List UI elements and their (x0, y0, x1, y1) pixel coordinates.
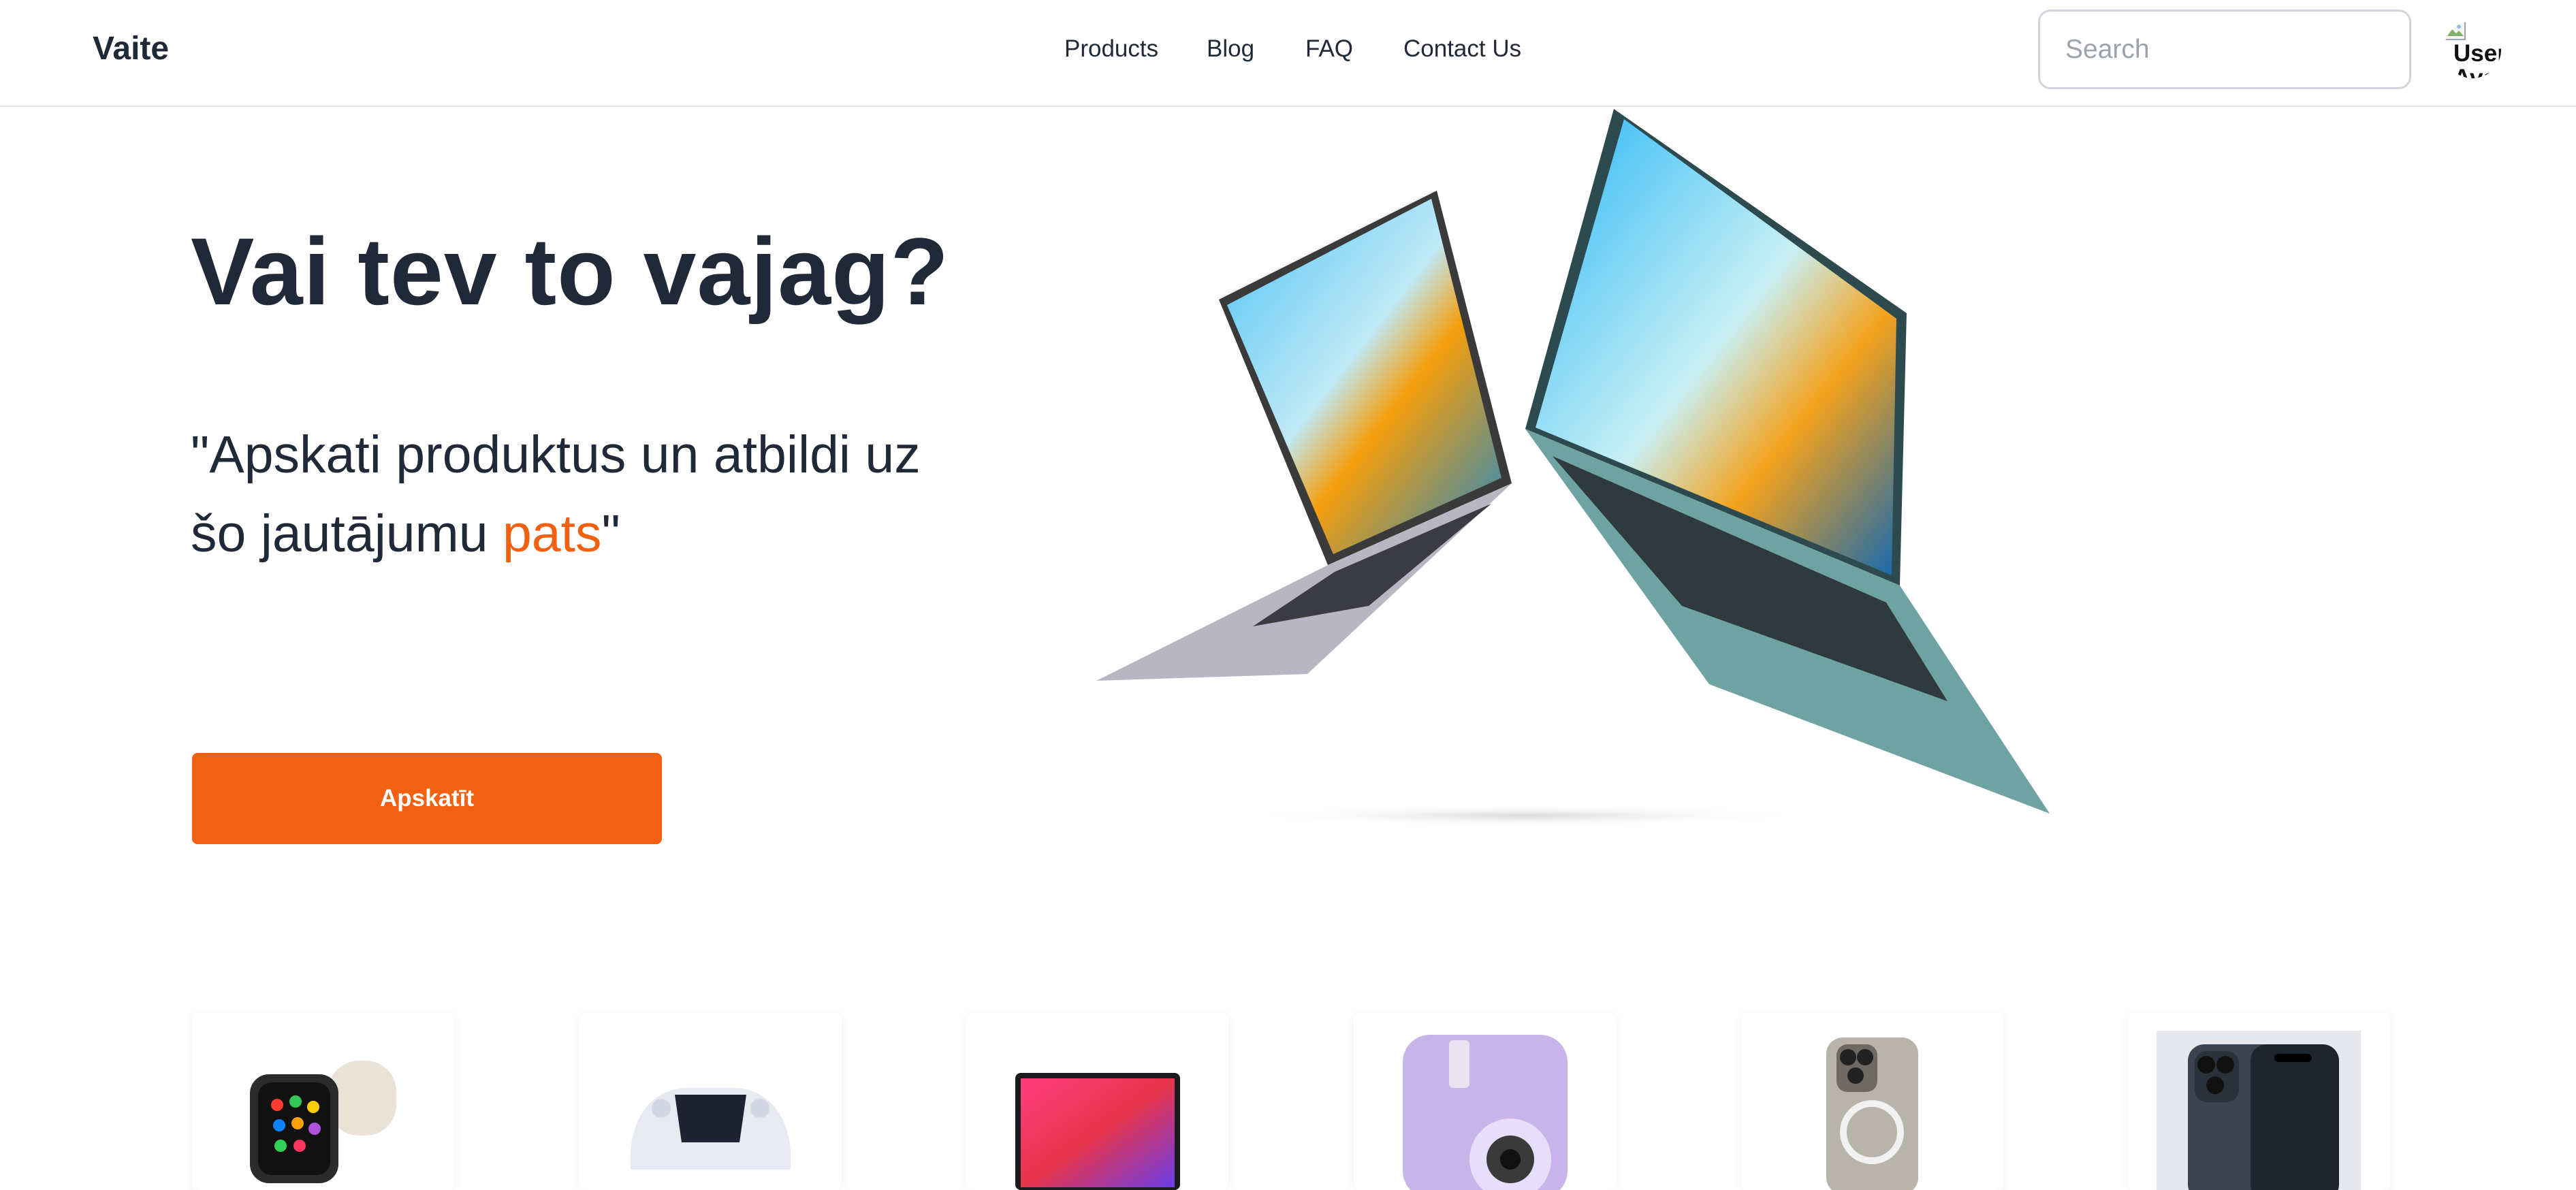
product-card-phone-case[interactable] (1741, 1013, 2003, 1190)
game-controller-image (630, 1088, 791, 1170)
nav-faq[interactable]: FAQ (1305, 35, 1353, 63)
instant-camera-image (1403, 1035, 1568, 1190)
product-card-smartwatch[interactable] (192, 1013, 454, 1190)
smartphone-clear-case-image (1826, 1038, 1918, 1190)
smartwatch-image (250, 1061, 396, 1183)
hero-quote-accent: pats (502, 504, 602, 563)
laptops-image (1096, 109, 2050, 826)
product-card-camera[interactable] (1354, 1013, 1616, 1190)
user-avatar[interactable]: User Avatar (2444, 21, 2501, 78)
nav-products[interactable]: Products (1064, 35, 1158, 63)
top-navbar: Vaite Products Blog FAQ Contact Us User … (0, 0, 2576, 107)
hero-title: Vai tev to vajag? (191, 218, 950, 325)
product-card-controller[interactable] (579, 1013, 842, 1190)
smartphone-image (2157, 1031, 2361, 1190)
brand-logo[interactable]: Vaite (93, 30, 169, 67)
hero-quote-end: " (601, 504, 620, 563)
product-card-phone[interactable] (2128, 1013, 2390, 1190)
hero-quote: "Apskati produktus un atbildi uz šo jaut… (191, 415, 974, 573)
search-input[interactable] (2038, 10, 2411, 89)
broken-image-icon (2444, 21, 2466, 40)
nav-blog[interactable]: Blog (1207, 35, 1254, 63)
laptop-image (1015, 1073, 1180, 1190)
product-card-laptop[interactable] (966, 1013, 1228, 1190)
avatar-alt-text: User Avatar (2453, 40, 2501, 79)
nav-contact-us[interactable]: Contact Us (1403, 35, 1521, 63)
view-products-button[interactable]: Apskatīt (192, 753, 662, 844)
